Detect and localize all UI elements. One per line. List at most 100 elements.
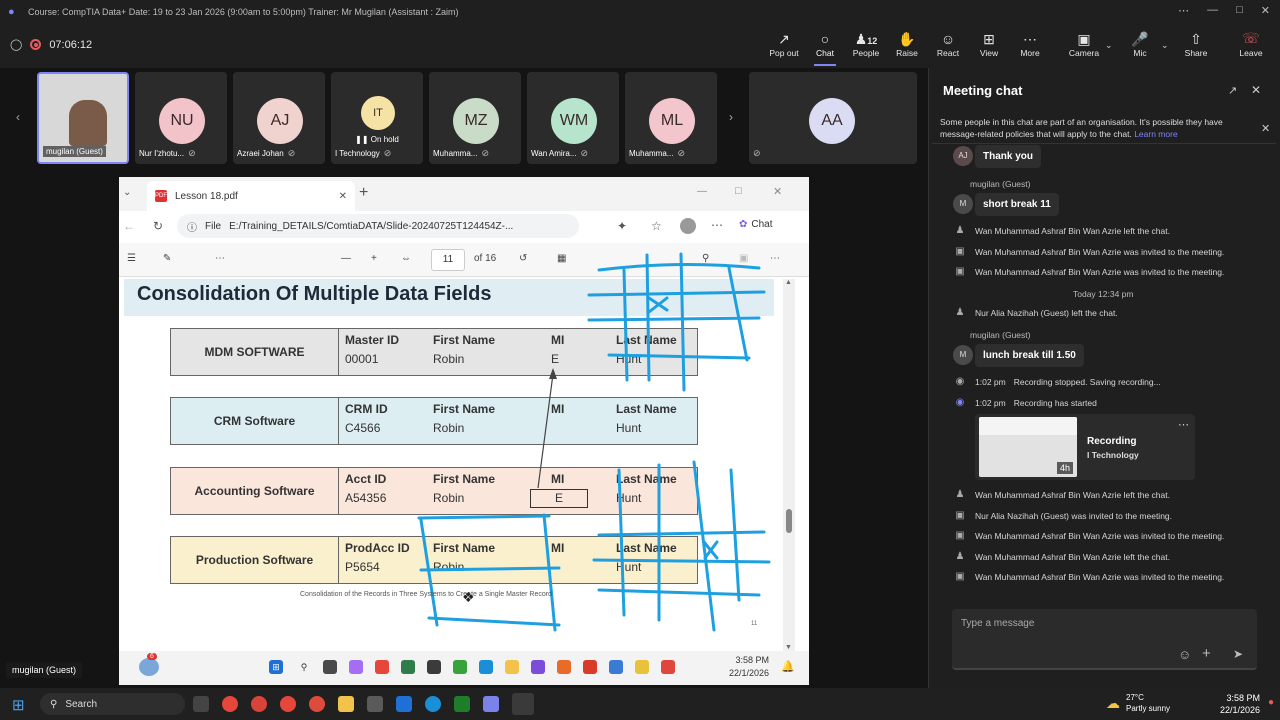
browser-more-icon[interactable]: ⋯ xyxy=(711,218,723,232)
participant-avatar: AA xyxy=(809,98,855,144)
url-field[interactable]: ⓘ File E:/Training_DETAILS/ComtiaDATA/Sl… xyxy=(177,214,579,238)
react-button[interactable]: ☺ React xyxy=(925,30,971,58)
send-icon[interactable]: ➤ xyxy=(1233,647,1243,661)
chat-button[interactable]: ○ Chat xyxy=(802,30,848,66)
person-left-icon: ♟ xyxy=(955,489,965,500)
taskbar-search[interactable]: ⚲ Search xyxy=(40,693,185,715)
people-button[interactable]: ♟12 People xyxy=(843,30,889,58)
task-view-icon[interactable] xyxy=(193,696,209,712)
emoji-icon[interactable]: ☺ xyxy=(1178,647,1191,662)
message-compose-box[interactable]: Type a message ☺ + ➤ xyxy=(952,609,1257,670)
chat-message[interactable]: short break 11 xyxy=(975,193,1059,216)
extensions-icon[interactable]: ✦ xyxy=(617,219,627,233)
close-tab-icon[interactable]: ✕ xyxy=(339,191,347,202)
refresh-icon[interactable]: ↻ xyxy=(153,219,163,233)
camera-chevron-down-icon[interactable]: ⌄ xyxy=(1105,40,1113,51)
chrome-icon[interactable] xyxy=(251,696,267,712)
scroll-up-icon[interactable]: ▲ xyxy=(785,279,792,286)
weather-widget[interactable]: ☁ 27°C Partly sunny xyxy=(1106,692,1170,714)
participant-tile[interactable]: IT ❚❚ On hold I Technology ⊘ xyxy=(331,72,423,164)
windows-start-icon[interactable]: ⊞ xyxy=(12,696,25,714)
mic-button[interactable]: 🎤 Mic xyxy=(1117,30,1163,58)
participant-avatar: NU xyxy=(159,98,205,144)
recording-card[interactable]: 4h Recording I Technology ⋯ xyxy=(975,414,1195,480)
chrome-icon[interactable] xyxy=(280,696,296,712)
participant-tile[interactable]: ML Muhamma... ⊘ xyxy=(625,72,717,164)
minimize-icon[interactable]: — xyxy=(1207,4,1218,17)
system-event: ♟ Wan Muhammad Ashraf Bin Wan Azrie left … xyxy=(953,225,1170,236)
chrome-icon[interactable] xyxy=(222,696,238,712)
notifications-icon: 🔔 xyxy=(781,661,795,673)
scroll-right-icon[interactable]: › xyxy=(729,110,733,124)
info-icon: ⓘ xyxy=(187,222,197,234)
shared-clock: 3:58 PM 22/1/2026 xyxy=(728,655,769,678)
participant-name: I Technology xyxy=(335,149,380,158)
view-button[interactable]: ⊞ View xyxy=(966,30,1012,58)
profile-avatar[interactable] xyxy=(680,218,696,234)
url-text: E:/Training_DETAILS/ComtiaDATA/Slide-202… xyxy=(229,220,514,232)
participant-tile[interactable]: WM Wan Amira... ⊘ xyxy=(527,72,619,164)
share-button[interactable]: ⇧ Share xyxy=(1173,30,1219,58)
recording-more-icon[interactable]: ⋯ xyxy=(1178,418,1189,431)
participant-avatar: ML xyxy=(649,98,695,144)
browser-close-icon[interactable]: ✕ xyxy=(773,185,782,198)
pdf-scrollbar[interactable]: ▲ ▼ xyxy=(783,279,795,651)
invite-icon: ▣ xyxy=(955,266,965,277)
recording-started-icon: ◉ xyxy=(955,397,965,408)
participant-avatar: MZ xyxy=(453,98,499,144)
system-clock[interactable]: 3:58 PM 22/1/2026 xyxy=(1220,692,1260,716)
favorites-icon[interactable]: ☆ xyxy=(651,219,662,233)
pop-out-icon: ↗ xyxy=(778,31,790,47)
file-explorer-icon[interactable] xyxy=(338,696,354,712)
dismiss-notice-icon[interactable]: ✕ xyxy=(1261,122,1270,135)
pop-out-button[interactable]: ↗ Pop out xyxy=(761,30,807,58)
pen-annotation-grid-middle xyxy=(417,513,561,632)
notifications-icon[interactable]: ● xyxy=(1268,697,1274,708)
participant-tile-self[interactable]: mugilan (Guest) xyxy=(37,72,129,164)
leave-button[interactable]: ☏ Leave xyxy=(1234,30,1268,58)
tab-actions-chevron-icon[interactable]: ⌄ xyxy=(123,187,131,198)
app-icon xyxy=(453,660,467,674)
browser-tab[interactable]: PDF Lesson 18.pdf ✕ xyxy=(147,181,355,211)
add-attachment-icon[interactable]: + xyxy=(1202,645,1211,662)
partly-sunny-icon: ☁ xyxy=(1106,694,1120,711)
teams-icon[interactable] xyxy=(483,696,499,712)
back-icon[interactable]: ← xyxy=(123,219,135,233)
app-icon[interactable] xyxy=(367,696,383,712)
mic-chevron-down-icon[interactable]: ⌄ xyxy=(1161,40,1169,51)
scroll-down-icon[interactable]: ▼ xyxy=(785,644,792,651)
pop-out-chat-icon[interactable]: ↗ xyxy=(1228,84,1237,97)
maximize-icon[interactable]: □ xyxy=(1236,4,1243,17)
close-icon[interactable]: ✕ xyxy=(1261,4,1270,17)
browser-maximize-icon[interactable]: □ xyxy=(735,185,742,197)
participant-tile[interactable]: NU Nur I'zhotu... ⊘ xyxy=(135,72,227,164)
chat-message[interactable]: lunch break till 1.50 xyxy=(975,344,1084,367)
chrome-icon[interactable] xyxy=(309,696,325,712)
learn-more-link[interactable]: Learn more xyxy=(1134,129,1177,139)
more-button[interactable]: ⋯ More xyxy=(1007,30,1053,58)
participant-tile[interactable]: AA ⊘ xyxy=(749,72,917,164)
camera-button[interactable]: ▣ Camera xyxy=(1061,30,1107,58)
scroll-thumb[interactable] xyxy=(786,509,792,533)
active-app-icon[interactable] xyxy=(512,693,534,715)
participant-tile[interactable]: AJ Azraei Johan ⊘ xyxy=(233,72,325,164)
app-icon[interactable] xyxy=(396,696,412,712)
close-chat-icon[interactable]: ✕ xyxy=(1251,83,1261,97)
copilot-chat-button[interactable]: ✿ Chat xyxy=(739,219,773,230)
participant-tile[interactable]: MZ Muhamma... ⊘ xyxy=(429,72,521,164)
chat-message[interactable]: Thank you xyxy=(975,145,1042,168)
raise-hand-button[interactable]: ✋ Raise xyxy=(884,30,930,58)
more-options-icon[interactable]: ⋯ xyxy=(1178,4,1189,17)
browser-minimize-icon[interactable]: — xyxy=(697,186,707,197)
recording-thumbnail: 4h xyxy=(979,417,1077,477)
mic-off-icon: 🎤 xyxy=(1131,31,1149,47)
edge-icon[interactable] xyxy=(425,696,441,712)
participant-name: Nur I'zhotu... xyxy=(139,149,185,158)
search-icon: ⚲ xyxy=(300,662,308,672)
scroll-left-icon[interactable]: ‹ xyxy=(16,110,20,124)
new-tab-icon[interactable]: + xyxy=(359,184,368,202)
on-hold-label: ❚❚ On hold xyxy=(355,135,399,144)
tab-title: Lesson 18.pdf xyxy=(175,190,238,202)
recording-icon xyxy=(30,39,42,50)
app-icon[interactable] xyxy=(454,696,470,712)
